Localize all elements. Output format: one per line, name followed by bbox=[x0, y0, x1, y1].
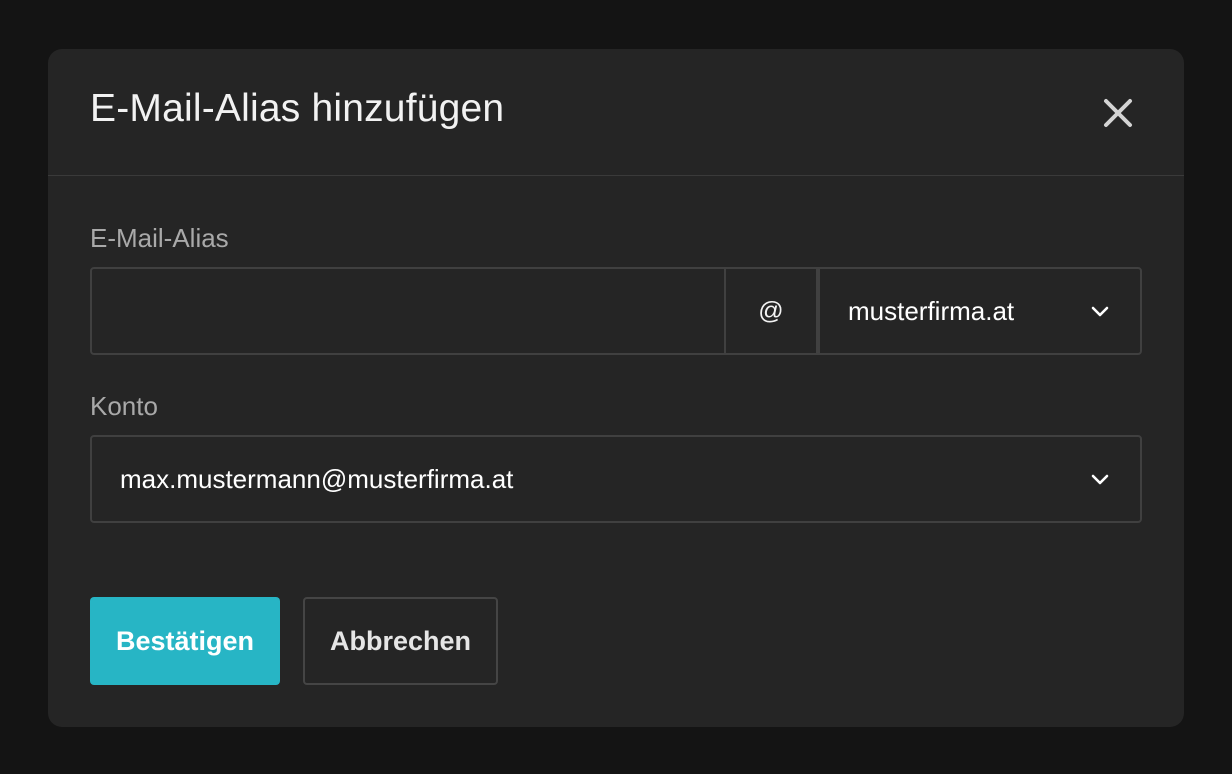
konto-select-value: max.mustermann@musterfirma.at bbox=[120, 464, 514, 494]
alias-label: E-Mail-Alias bbox=[90, 223, 229, 253]
dialog-header: E-Mail-Alias hinzufügen bbox=[48, 49, 1184, 176]
konto-label: Konto bbox=[90, 391, 158, 421]
konto-select[interactable]: max.mustermann@musterfirma.at bbox=[90, 435, 1142, 523]
close-button[interactable] bbox=[1098, 93, 1138, 133]
domain-select-value: musterfirma.at bbox=[848, 296, 1015, 326]
at-sign-addon: @ bbox=[726, 267, 818, 355]
domain-select[interactable]: musterfirma.at bbox=[818, 267, 1142, 355]
close-icon bbox=[1104, 99, 1132, 127]
alias-input[interactable] bbox=[90, 267, 726, 355]
add-alias-dialog: E-Mail-Alias hinzufügen E-Mail-Alias @ m… bbox=[48, 49, 1184, 727]
chevron-down-icon bbox=[1091, 474, 1109, 485]
cancel-button[interactable]: Abbrechen bbox=[303, 597, 498, 685]
dialog-title: E-Mail-Alias hinzufügen bbox=[90, 87, 505, 130]
chevron-down-icon bbox=[1091, 306, 1109, 317]
confirm-button[interactable]: Bestätigen bbox=[90, 597, 280, 685]
